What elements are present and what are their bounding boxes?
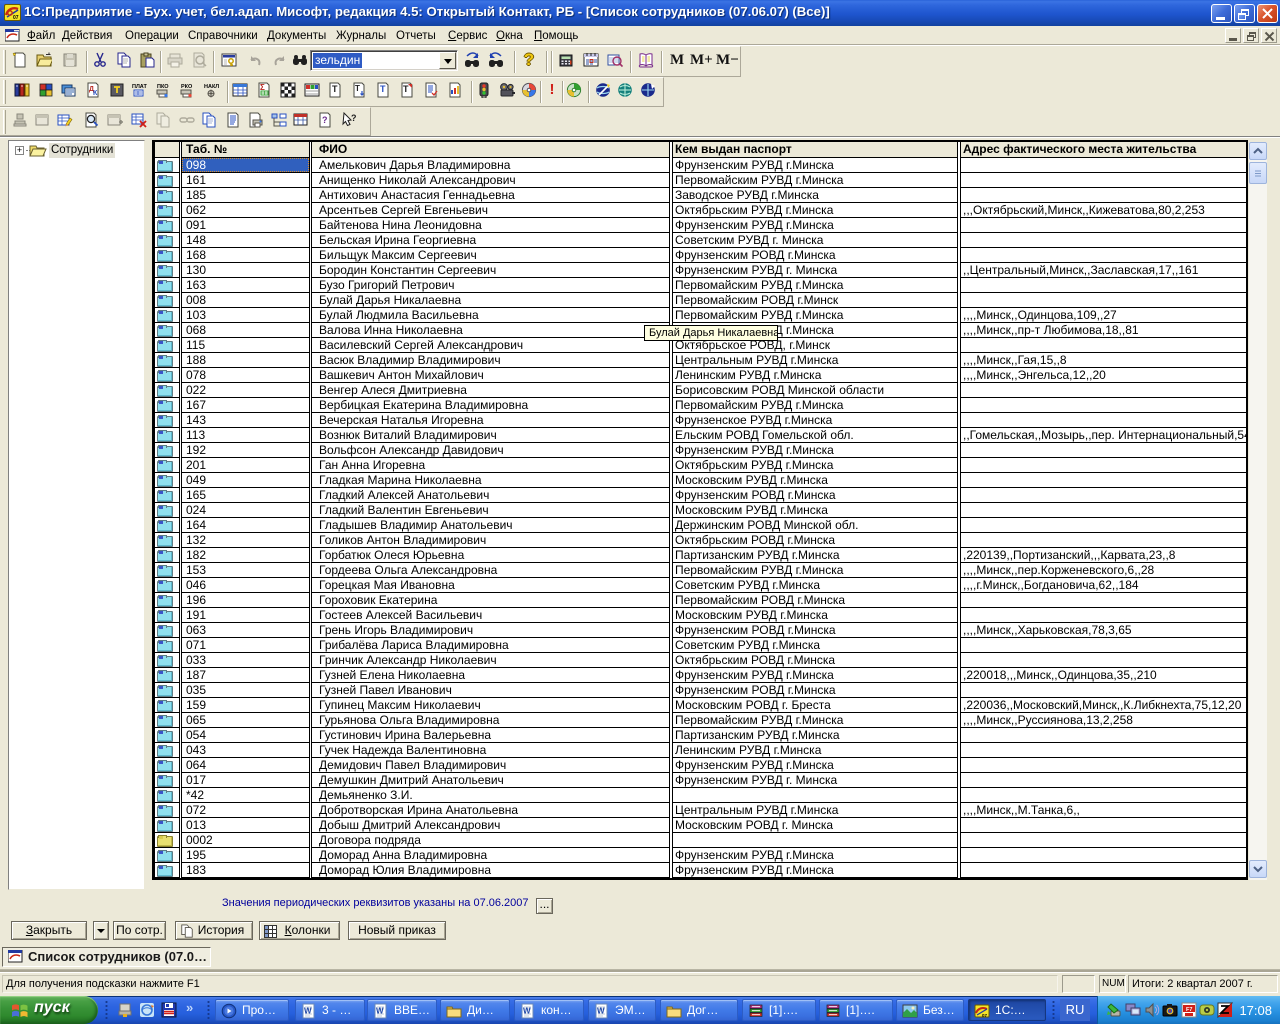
svg-text:ПЛАТ: ПЛАТ <box>132 84 147 90</box>
svg-text:?: ? <box>322 115 328 125</box>
svg-text:07: 07 <box>13 15 19 20</box>
svg-text:T: T <box>380 84 386 94</box>
svg-text:РКО: РКО <box>181 84 193 90</box>
svg-text:T: T <box>332 84 338 94</box>
svg-text:НАКЛ: НАКЛ <box>204 84 219 90</box>
svg-text:W: W <box>304 1007 312 1016</box>
svg-text:F7: F7 <box>1186 1007 1192 1013</box>
svg-text:07: 07 <box>982 1013 988 1018</box>
svg-text:T: T <box>355 84 360 93</box>
svg-text:W: W <box>523 1007 531 1016</box>
svg-text:T: T <box>403 84 409 94</box>
svg-text:ПКО: ПКО <box>157 84 169 90</box>
svg-text:?: ? <box>351 113 357 123</box>
svg-text:W: W <box>376 1007 384 1016</box>
svg-text:W: W <box>597 1007 605 1016</box>
svg-text:К: К <box>93 90 98 97</box>
